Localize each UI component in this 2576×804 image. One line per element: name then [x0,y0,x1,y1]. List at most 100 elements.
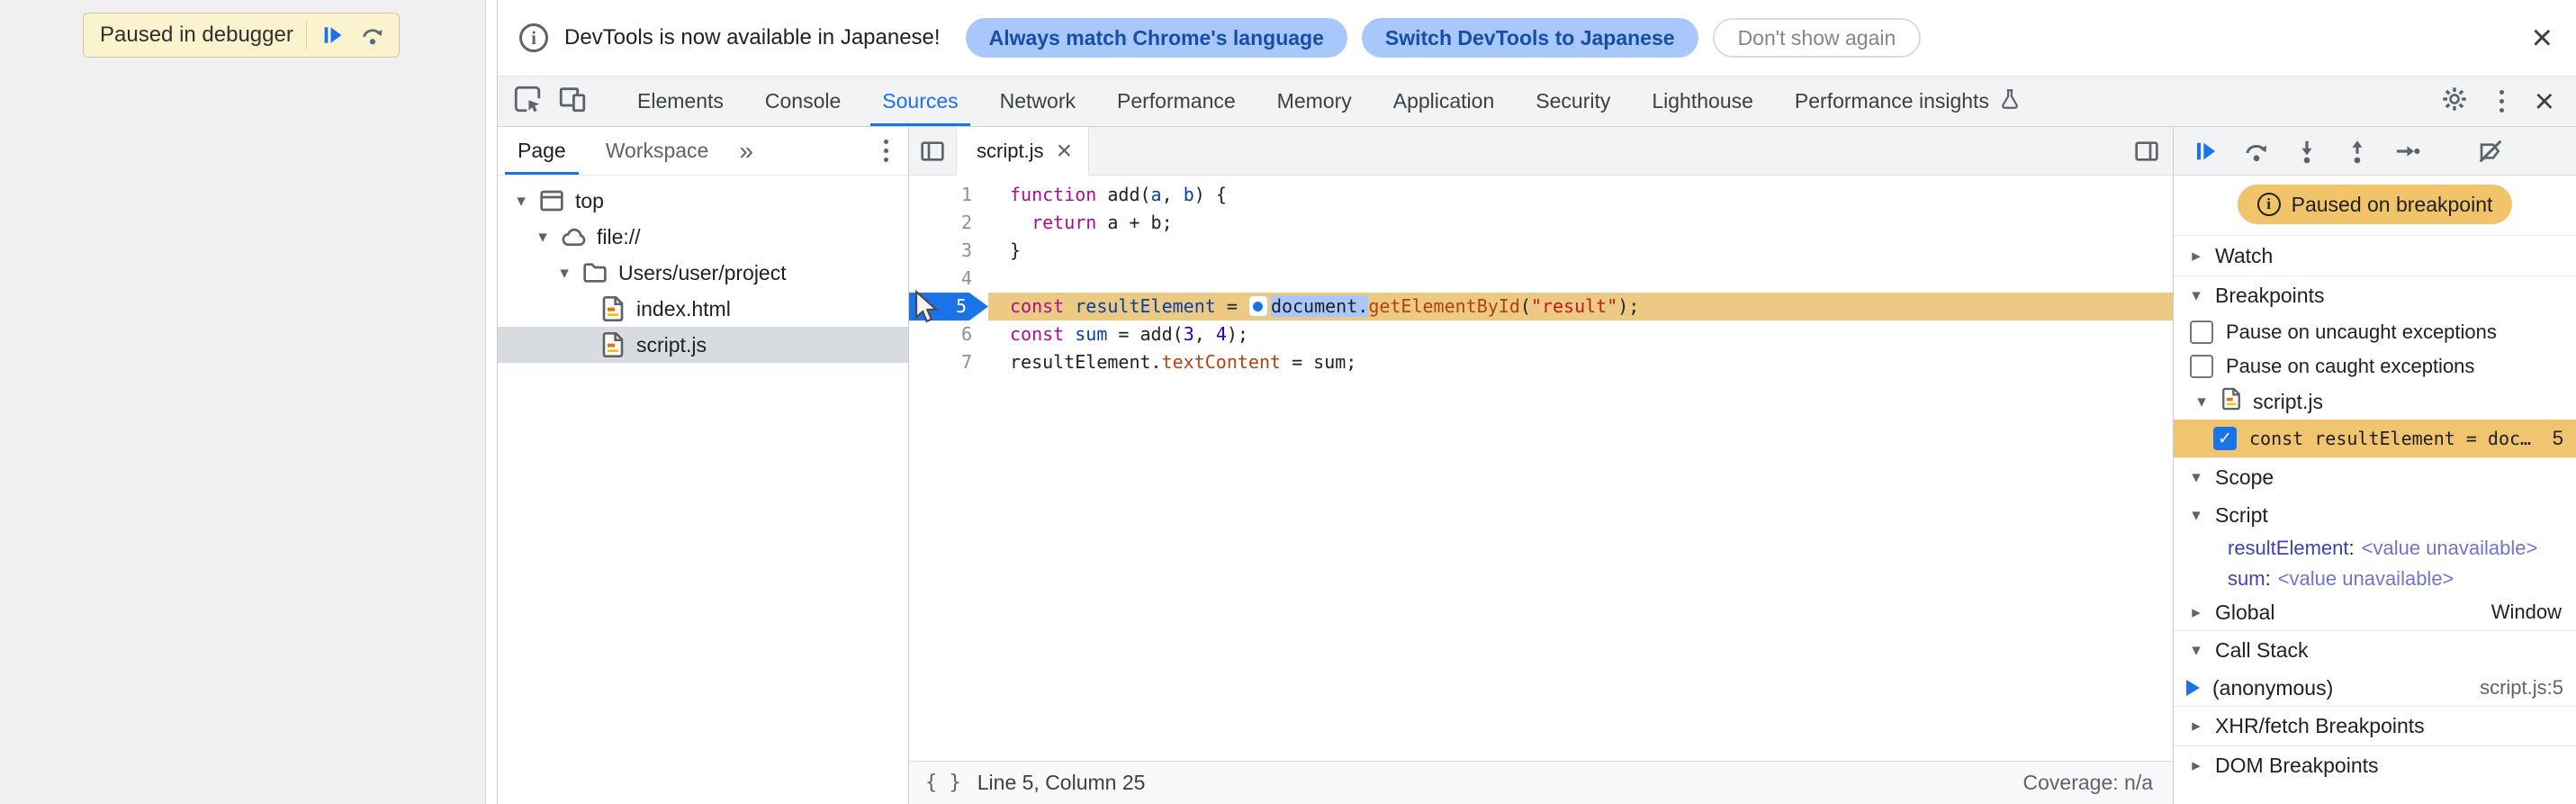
step-over-icon[interactable] [359,22,386,49]
expanded-triangle-icon[interactable]: ▾ [2188,505,2204,526]
scope-global-section[interactable]: ▸ Global Window [2174,594,2576,630]
tree-item-top[interactable]: ▾ top [498,183,908,219]
match-chrome-language-button[interactable]: Always match Chrome's language [965,18,1347,58]
paused-banner-text: Paused in debugger [100,23,293,47]
step-button[interactable] [2391,135,2424,167]
step-over-button[interactable] [2240,135,2273,167]
info-icon: i [2256,193,2281,216]
expanded-triangle-icon[interactable]: ▾ [2193,392,2210,412]
tree-item-index-html[interactable]: index.html [498,291,908,327]
pause-caught-exceptions-row[interactable]: Pause on caught exceptions [2174,349,2576,384]
toggle-navigator-icon[interactable] [909,127,956,175]
tab-memory[interactable]: Memory [1256,77,1373,126]
section-breakpoints[interactable]: ▾ Breakpoints [2174,276,2576,315]
dont-show-again-button[interactable]: Don't show again [1712,18,1922,58]
checkbox-checked[interactable]: ✓ [2213,427,2237,450]
code-editor[interactable]: 1 function add(a, b) { 2 return a + b; 3… [909,176,2173,761]
tab-lighthouse[interactable]: Lighthouse [1631,77,1774,126]
debugger-content: i Paused on breakpoint ▸ Watch ▾ Breakpo… [2174,176,2576,785]
collapsed-triangle-icon[interactable]: ▸ [2188,716,2204,736]
devtools-close-icon[interactable]: × [2535,85,2554,119]
navigator-tab-page[interactable]: Page [498,127,586,175]
flask-icon [1998,87,2022,116]
navigator-tab-workspace[interactable]: Workspace [586,127,729,175]
tab-elements[interactable]: Elements [617,77,744,126]
expanded-triangle-icon[interactable]: ▾ [2188,467,2204,488]
tab-console[interactable]: Console [744,77,861,126]
section-watch[interactable]: ▸ Watch [2174,236,2576,276]
tree-item-script-js[interactable]: script.js [498,327,908,363]
resume-script-icon[interactable] [320,22,347,49]
section-dom-breakpoints[interactable]: ▸ DOM Breakpoints [2174,745,2576,785]
inspect-element-icon[interactable] [512,84,543,119]
tab-security[interactable]: Security [1515,77,1631,126]
navigator-kebab-icon[interactable] [880,136,892,166]
step-into-button[interactable] [2291,135,2323,167]
tab-application[interactable]: Application [1373,77,1516,126]
breakpoint-entry[interactable]: ✓ const resultElement = doc… 5 [2174,420,2576,457]
section-scope[interactable]: ▾ Scope [2174,457,2576,497]
folder-icon [581,258,609,287]
breakpoint-file-group[interactable]: ▾ script.js [2174,384,2576,420]
devtools-main-toolbar: Elements Console Sources Network Perform… [498,77,2576,127]
expanded-triangle-icon[interactable]: ▾ [2188,640,2204,661]
settings-gear-icon[interactable] [2440,85,2469,118]
more-tabs-chevron-icon[interactable]: » [728,137,764,166]
line-number[interactable]: 6 [909,321,988,348]
step-out-button[interactable] [2341,135,2373,167]
page-scrollbar[interactable] [485,0,497,804]
line-number[interactable]: 7 [909,348,988,376]
line-number[interactable]: 4 [909,265,988,293]
tree-item-project-folder[interactable]: ▾ Users/user/project [498,255,908,291]
section-xhr-breakpoints[interactable]: ▸ XHR/fetch Breakpoints [2174,706,2576,745]
paused-in-debugger-banner: Paused in debugger [83,13,400,58]
devtools-window: i DevTools is now available in Japanese!… [498,0,2576,804]
frame-icon [537,186,566,215]
selected-token: document. [1270,295,1369,317]
editor-tab-script-js[interactable]: script.js × [956,127,1090,176]
line-number[interactable]: 1 [909,181,988,209]
resume-button[interactable] [2190,135,2222,167]
tab-close-icon[interactable]: × [1057,138,1073,165]
debugger-sidebar: i Paused on breakpoint ▸ Watch ▾ Breakpo… [2173,127,2576,804]
tab-sources[interactable]: Sources [861,77,978,126]
paused-status-row: i Paused on breakpoint [2174,176,2576,236]
toggle-debugger-sidebar-icon[interactable] [2121,127,2173,175]
code-line-4: 4 [909,265,2173,293]
checkbox-unchecked[interactable] [2190,321,2213,344]
current-frame-arrow-icon [2186,680,2200,696]
infobar-message: DevTools is now available in Japanese! [564,25,941,50]
collapsed-triangle-icon[interactable]: ▸ [2188,246,2204,266]
deactivate-breakpoints-button[interactable] [2474,135,2507,167]
expand-triangle-icon[interactable]: ▾ [510,191,532,212]
global-value: Window [2490,601,2562,623]
switch-to-japanese-button[interactable]: Switch DevTools to Japanese [1361,18,1698,58]
call-stack-frame[interactable]: (anonymous) script.js:5 [2174,670,2576,706]
editor-pane: script.js × 1 function add(a, b) { 2 ret… [909,127,2173,804]
scope-variable-sum[interactable]: sum: <value unavailable> [2174,564,2576,594]
tab-network[interactable]: Network [979,77,1096,126]
expand-triangle-icon[interactable]: ▾ [532,227,554,248]
line-number[interactable]: 2 [909,209,988,237]
info-icon: i [519,23,548,52]
scope-script-section[interactable]: ▾ Script [2174,497,2576,533]
tab-performance-insights[interactable]: Performance insights [1774,77,2042,126]
tree-item-file-origin[interactable]: ▾ file:// [498,219,908,255]
checkbox-unchecked[interactable] [2190,355,2213,378]
device-toolbar-icon[interactable] [557,84,588,119]
expand-triangle-icon[interactable]: ▾ [554,263,575,284]
pause-uncaught-exceptions-row[interactable]: Pause on uncaught exceptions [2174,315,2576,349]
collapsed-triangle-icon[interactable]: ▸ [2188,602,2204,623]
inline-step-marker[interactable] [1247,295,1268,317]
scope-variable-resultElement[interactable]: resultElement: <value unavailable> [2174,533,2576,564]
file-tree: ▾ top ▾ file:// ▾ Users/user/project ind… [498,176,908,363]
line-number[interactable]: 3 [909,237,988,265]
code-line-6: 6 const sum = add(3, 4); [909,321,2173,348]
tab-performance[interactable]: Performance [1096,77,1256,126]
pretty-print-icon[interactable]: { } [925,772,961,794]
expanded-triangle-icon[interactable]: ▾ [2188,285,2204,306]
infobar-close-icon[interactable]: × [2532,20,2553,56]
section-call-stack[interactable]: ▾ Call Stack [2174,630,2576,670]
collapsed-triangle-icon[interactable]: ▸ [2188,755,2204,776]
more-options-kebab-icon[interactable] [2496,86,2508,116]
